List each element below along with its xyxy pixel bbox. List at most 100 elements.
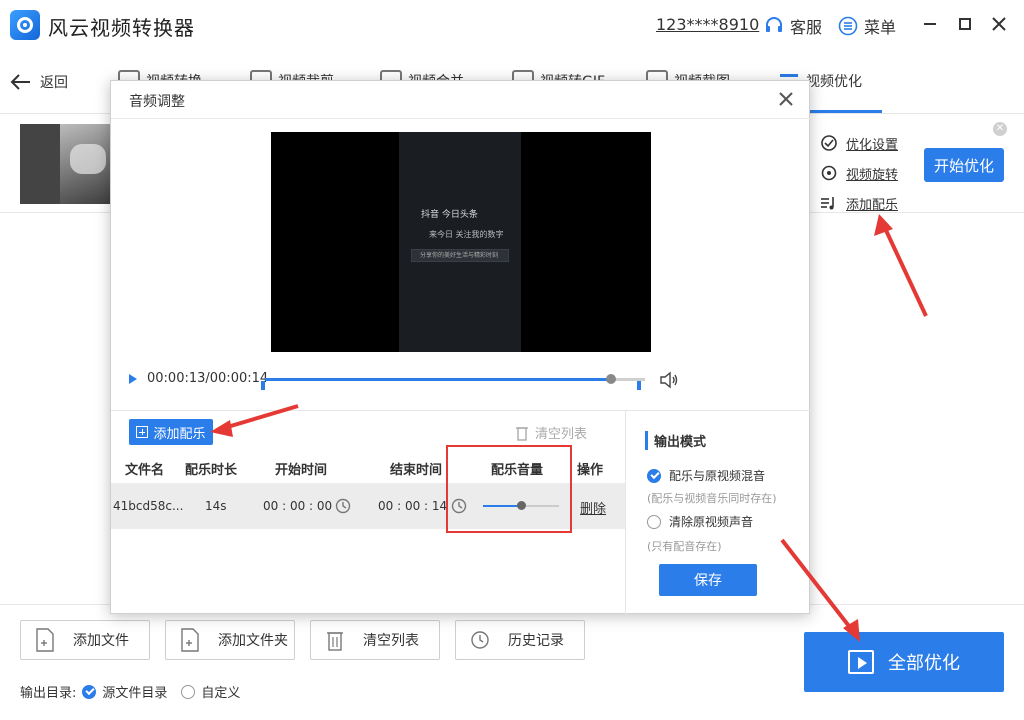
option-label: 视频旋转 xyxy=(846,167,899,183)
playback-progress-bar[interactable] xyxy=(261,374,645,390)
radio-source-dir[interactable] xyxy=(82,684,97,699)
button-label: 添加文件夹 xyxy=(218,633,288,649)
customer-service-label: 客服 xyxy=(790,18,823,37)
app-logo-icon xyxy=(10,10,40,40)
music-list-icon xyxy=(821,197,834,210)
radio-mix[interactable] xyxy=(647,468,661,483)
optimize-all-button[interactable]: 全部优化 xyxy=(804,632,1004,692)
maximize-button[interactable] xyxy=(955,14,975,34)
remove-file-button[interactable]: ✕ xyxy=(993,122,1007,136)
button-label: 清空列表 xyxy=(363,633,419,649)
save-button[interactable]: 保存 xyxy=(659,564,757,596)
col-start-time: 开始时间 xyxy=(275,463,328,478)
option-label: 添加配乐 xyxy=(846,197,899,213)
add-folder-icon xyxy=(181,628,199,652)
history-button[interactable]: 历史记录 xyxy=(455,620,585,660)
optimize-all-label: 全部优化 xyxy=(888,653,960,674)
maximize-icon xyxy=(959,18,971,30)
arrow-left-icon xyxy=(10,74,30,90)
close-icon xyxy=(779,92,793,106)
play-icon[interactable] xyxy=(129,374,137,384)
video-tagline: 来今日 关注我的数字 xyxy=(429,230,504,239)
delete-music-link[interactable]: 删除 xyxy=(580,498,606,517)
trash-icon xyxy=(516,426,528,441)
dialog-header: 音频调整 xyxy=(111,81,811,119)
row-duration: 14s xyxy=(205,499,227,513)
add-file-icon xyxy=(36,628,54,652)
back-button[interactable]: 返回 xyxy=(10,72,68,92)
dialog-title: 音频调整 xyxy=(129,94,185,110)
start-optimize-button[interactable]: 开始优化 xyxy=(924,148,1004,182)
minimize-button[interactable] xyxy=(920,14,940,34)
volume-icon[interactable] xyxy=(659,371,679,389)
customer-service-button[interactable]: 客服 xyxy=(764,14,822,38)
start-time-reset-icon[interactable] xyxy=(335,498,351,514)
video-brand-text: 抖音 今日头条 xyxy=(421,210,478,220)
add-music-label: 添加配乐 xyxy=(153,426,206,442)
video-search-box: 分享你的美好生活与精彩时刻 xyxy=(411,249,509,262)
video-rotate-link[interactable]: 视频旋转 xyxy=(820,158,898,188)
back-label: 返回 xyxy=(40,75,68,91)
close-window-button[interactable] xyxy=(989,14,1009,34)
trim-end-handle[interactable] xyxy=(637,381,641,390)
clear-music-list-button[interactable]: 清空列表 xyxy=(515,423,587,442)
output-dir-label: 输出目录: xyxy=(20,686,77,701)
check-circle-icon xyxy=(821,135,837,151)
mode-option-mix[interactable]: 配乐与原视频混音 xyxy=(647,467,765,484)
radio-clear-original[interactable] xyxy=(647,514,661,529)
plus-icon xyxy=(136,426,149,438)
col-filename: 文件名 xyxy=(125,463,165,478)
close-icon xyxy=(992,17,1006,31)
account-link[interactable]: 123****8910 xyxy=(656,15,759,34)
playback-handle[interactable] xyxy=(605,374,616,384)
video-frame xyxy=(399,132,521,352)
radio-custom-dir[interactable] xyxy=(181,684,196,699)
dialog-close-button[interactable] xyxy=(777,90,795,108)
minimize-icon xyxy=(924,23,936,25)
source-dir-label: 源文件目录 xyxy=(102,686,168,701)
optimize-options: 优化设置 视频旋转 添加配乐 xyxy=(820,128,898,218)
playback-timecode: 00:00:13/00:00:14 xyxy=(147,371,269,386)
menu-icon xyxy=(838,16,858,36)
add-music-link[interactable]: 添加配乐 xyxy=(820,188,898,218)
tab-label: 视频优化 xyxy=(806,74,862,90)
mode-mix-label: 配乐与原视频混音 xyxy=(669,469,766,483)
menu-button[interactable]: 菜单 xyxy=(838,14,896,38)
add-folder-button[interactable]: 添加文件夹 xyxy=(165,620,295,660)
clear-list-button[interactable]: 清空列表 xyxy=(310,620,440,660)
row-start-time: 00 : 00 : 00 xyxy=(263,499,333,513)
output-mode-title: 输出模式 xyxy=(645,431,706,450)
optimize-settings-link[interactable]: 优化设置 xyxy=(820,128,898,158)
menu-label: 菜单 xyxy=(864,18,897,37)
clear-list-label: 清空列表 xyxy=(535,427,588,442)
col-end-time: 结束时间 xyxy=(390,463,443,478)
headset-icon xyxy=(766,17,782,32)
video-preview[interactable]: 抖音 今日头条 来今日 关注我的数字 分享你的美好生活与精彩时刻 xyxy=(271,132,651,352)
highlight-box xyxy=(446,445,572,533)
title-bar: 风云视频转换器 123****8910 客服 菜单 xyxy=(0,0,1024,52)
audio-adjust-dialog: 音频调整 抖音 今日头条 来今日 关注我的数字 分享你的美好生活与精彩时刻 00… xyxy=(110,80,811,615)
option-label: 优化设置 xyxy=(846,137,899,153)
add-music-button[interactable]: 添加配乐 xyxy=(129,419,213,445)
col-duration: 配乐时长 xyxy=(185,463,238,478)
panel-divider xyxy=(111,410,811,411)
mode-clear-label: 清除原视频声音 xyxy=(669,515,754,529)
app-title: 风云视频转换器 xyxy=(48,16,195,40)
mode-clear-note: (只有配音存在) xyxy=(647,540,722,553)
row-end-time: 00 : 00 : 14 xyxy=(378,499,448,513)
custom-dir-label: 自定义 xyxy=(201,686,241,701)
playback-progress-fill xyxy=(265,378,611,381)
trim-start-handle[interactable] xyxy=(261,381,265,390)
arrow-to-add-music-link xyxy=(874,214,928,317)
col-action: 操作 xyxy=(577,463,604,478)
row-filename: 41bcd58c... xyxy=(113,499,184,513)
clock-icon xyxy=(471,631,489,649)
panel-vertical-divider xyxy=(625,411,626,615)
video-thumbnail[interactable] xyxy=(20,124,110,204)
mode-option-clear-original[interactable]: 清除原视频声音 xyxy=(647,513,753,530)
output-directory: 输出目录: 源文件目录 自定义 xyxy=(20,682,240,701)
button-label: 历史记录 xyxy=(508,633,564,649)
close-icon: ✕ xyxy=(995,123,1005,134)
rotate-icon xyxy=(821,165,837,181)
add-file-button[interactable]: 添加文件 xyxy=(20,620,150,660)
